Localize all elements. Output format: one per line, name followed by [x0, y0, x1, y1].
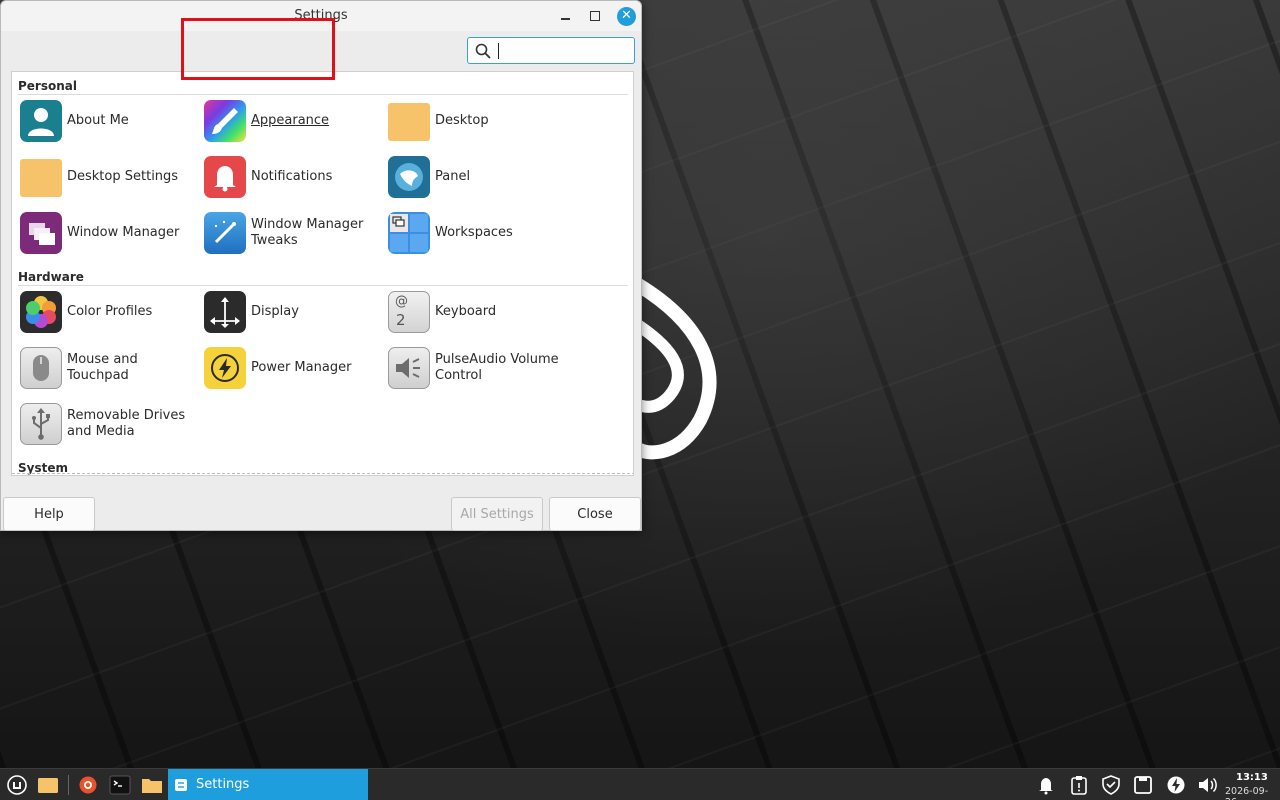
- item-label: PulseAudio Volume Control: [435, 352, 559, 383]
- item-power-manager[interactable]: Power Manager: [204, 345, 384, 391]
- item-about-me[interactable]: About Me: [20, 98, 200, 144]
- item-label: Desktop Settings: [67, 169, 179, 184]
- item-desktop-settings[interactable]: Desktop Settings: [20, 154, 200, 200]
- file-manager-icon[interactable]: [141, 775, 163, 795]
- item-label: Keyboard: [435, 304, 497, 319]
- settings-panel: Personal About Me Appearance Desktop Des…: [11, 71, 634, 476]
- item-color-profiles[interactable]: Color Profiles: [20, 289, 200, 335]
- network-icon[interactable]: [1132, 775, 1154, 795]
- item-label: Removable Drives and Media: [67, 408, 186, 439]
- close-button[interactable]: Close: [549, 497, 641, 531]
- scroll-edge-indicator: [12, 473, 633, 475]
- taskbar-separator: [68, 775, 69, 795]
- item-notifications[interactable]: Notifications: [204, 154, 384, 200]
- item-label: Color Profiles: [67, 304, 153, 319]
- item-mouse-and-touchpad[interactable]: Mouse and Touchpad: [20, 345, 200, 391]
- firefox-icon[interactable]: [77, 775, 99, 795]
- notifications-bell-icon[interactable]: [1035, 775, 1057, 795]
- item-display[interactable]: Display: [204, 289, 384, 335]
- item-label: Appearance: [251, 113, 330, 128]
- power-icon[interactable]: [1165, 775, 1187, 795]
- title-bar[interactable]: Settings ✕: [1, 1, 641, 31]
- person-icon: [20, 100, 62, 142]
- item-window-manager-tweaks[interactable]: Window Manager Tweaks: [204, 210, 384, 256]
- magic-wand-icon: [204, 212, 246, 254]
- search-field[interactable]: [467, 37, 635, 64]
- mouse-icon: [20, 347, 62, 389]
- taskbar: Settings 13:13 2026-09-26: [0, 768, 1280, 800]
- item-label: Window Manager: [67, 225, 180, 240]
- clipboard-icon[interactable]: [1068, 775, 1090, 795]
- item-pulseaudio-volume-control[interactable]: PulseAudio Volume Control: [388, 345, 568, 391]
- taskbar-window-label: Settings: [196, 777, 250, 792]
- close-window-button[interactable]: ✕: [617, 7, 636, 26]
- settings-window: Settings ✕ Personal About Me Appearance: [0, 0, 642, 531]
- color-flower-icon: [20, 291, 62, 333]
- search-input[interactable]: [496, 41, 630, 60]
- section-title-hardware: Hardware: [18, 270, 84, 284]
- workspaces-icon: [388, 212, 430, 254]
- app-menu-icon[interactable]: [6, 774, 28, 795]
- item-desktop[interactable]: Desktop: [388, 98, 568, 144]
- settings-app-icon: [175, 779, 187, 791]
- window-title: Settings: [294, 8, 348, 23]
- item-panel[interactable]: Panel: [388, 154, 568, 200]
- section-title-personal: Personal: [18, 79, 77, 93]
- all-settings-button[interactable]: All Settings: [451, 497, 543, 531]
- item-window-manager[interactable]: Window Manager: [20, 210, 200, 256]
- windows-icon: [20, 212, 62, 254]
- speaker-icon: [388, 347, 430, 389]
- maximize-button[interactable]: [586, 7, 604, 25]
- bell-icon: [204, 156, 246, 198]
- item-label: Window Manager Tweaks: [251, 217, 364, 248]
- item-label: Display: [251, 304, 299, 319]
- clock-date[interactable]: 2026-09-26: [1225, 786, 1280, 800]
- volume-icon[interactable]: [1197, 775, 1219, 795]
- display-arrows-icon: [204, 291, 246, 333]
- minimize-button[interactable]: [557, 7, 575, 25]
- show-desktop-folder-icon[interactable]: [37, 775, 59, 795]
- item-label: Mouse and Touchpad: [67, 352, 138, 383]
- folder-icon: [388, 103, 430, 141]
- item-label: Desktop: [435, 113, 489, 128]
- section-divider: [18, 285, 628, 286]
- folder-icon: [20, 159, 62, 197]
- clock-time[interactable]: 13:13: [1236, 772, 1268, 783]
- section-divider: [18, 94, 628, 95]
- paintbrush-icon: [204, 100, 246, 142]
- item-label: Workspaces: [435, 225, 513, 240]
- usb-icon: [20, 403, 62, 445]
- key-top-glyph: @: [395, 294, 408, 309]
- item-workspaces[interactable]: Workspaces: [388, 210, 568, 256]
- terminal-icon[interactable]: [109, 775, 131, 795]
- shield-icon[interactable]: [1100, 775, 1122, 795]
- item-removable-drives-and-media[interactable]: Removable Drives and Media: [20, 401, 200, 447]
- power-bolt-icon: [204, 347, 246, 389]
- help-button[interactable]: Help: [3, 497, 95, 531]
- panel-icon: [388, 156, 430, 198]
- item-label: Power Manager: [251, 360, 352, 375]
- item-keyboard[interactable]: @ 2 Keyboard: [388, 289, 568, 335]
- keyboard-key-icon: @ 2: [388, 291, 430, 333]
- item-appearance[interactable]: Appearance: [204, 98, 384, 144]
- search-icon: [475, 43, 491, 59]
- key-bottom-glyph: 2: [396, 311, 406, 329]
- item-label: About Me: [67, 113, 129, 128]
- item-label: Panel: [435, 169, 471, 184]
- item-label: Notifications: [251, 169, 333, 184]
- taskbar-settings-button[interactable]: Settings: [168, 769, 368, 800]
